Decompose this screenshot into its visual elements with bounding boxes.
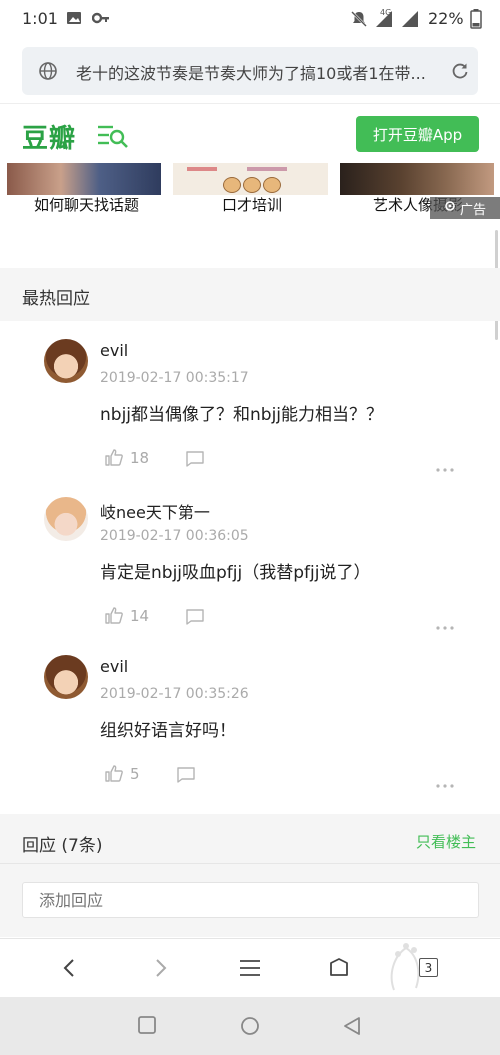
thumbs-up-icon[interactable] [104, 447, 124, 471]
comment-username[interactable]: evil [100, 657, 128, 676]
watermark-icon [386, 940, 426, 1002]
more-options-icon[interactable] [436, 773, 454, 792]
reload-icon[interactable] [450, 61, 470, 85]
only-op-link[interactable]: 只看楼主 [416, 831, 476, 852]
reply-count-label: 回应 (7条) [22, 836, 103, 856]
cartoon-face-icon [243, 177, 261, 193]
comment-item: evil 2019-02-17 00:35:17 nbjj都当偶像了？和nbjj… [0, 321, 500, 479]
hot-replies-header: 最热回应 [0, 268, 500, 321]
like-count: 18 [130, 449, 150, 467]
replies-section: 回应 (7条) 只看楼主 [0, 814, 500, 937]
home-circle-icon[interactable] [240, 1016, 260, 1040]
battery-percent: 22% [428, 9, 464, 28]
avatar[interactable] [44, 655, 88, 699]
network-label: 4G [380, 8, 392, 17]
comment-item: 岐nee天下第一 2019-02-17 00:36:05 肯定是nbjj吸血pf… [0, 479, 500, 637]
comment-content: 肯定是nbjj吸血pfjj（我替pfjj说了） [100, 563, 371, 583]
battery-icon [470, 9, 482, 33]
url-text[interactable]: 老十的这波节奏是节奏大师为了搞10或者1在带... [76, 60, 442, 84]
comment-content: nbjj都当偶像了？和nbjj能力相当？？ [100, 405, 384, 425]
ad-badge[interactable]: 广告 [430, 197, 500, 219]
status-bar: 1:01 4G 22% [0, 0, 500, 38]
forward-icon[interactable] [154, 957, 168, 983]
signal-2-icon [400, 10, 420, 32]
url-bar[interactable]: 老十的这波节奏是节奏大师为了搞10或者1在带... [22, 47, 478, 95]
more-options-icon[interactable] [436, 615, 454, 634]
search-menu-icon[interactable] [97, 124, 129, 152]
avatar[interactable] [44, 339, 88, 383]
section-title: 最热回应 [22, 289, 90, 309]
comment-bubble-icon[interactable] [176, 766, 196, 788]
more-options-icon[interactable] [436, 457, 454, 476]
home-icon[interactable] [329, 957, 349, 981]
comment-item: evil 2019-02-17 00:35:26 组织好语言好吗！ 5 [0, 637, 500, 795]
divider [0, 863, 500, 864]
image-icon [66, 10, 82, 30]
thumbs-up-icon[interactable] [104, 605, 124, 629]
menu-icon[interactable] [240, 959, 260, 981]
cartoon-face-icon [223, 177, 241, 193]
site-header: 豆瓣 打开豆瓣App [0, 103, 500, 163]
ad-captions: 如何聊天找话题 口才培训 艺术人像摄影 [0, 194, 500, 218]
comment-content: 组织好语言好吗！ [100, 721, 236, 741]
comment-timestamp: 2019-02-17 00:35:17 [100, 370, 249, 386]
comment-bubble-icon[interactable] [185, 608, 205, 630]
back-icon[interactable] [62, 957, 76, 983]
comment-username[interactable]: evil [100, 341, 128, 360]
thumb-decoration [187, 167, 217, 171]
avatar[interactable] [44, 497, 88, 541]
open-app-button[interactable]: 打开豆瓣App [356, 116, 479, 152]
like-count: 5 [130, 765, 140, 783]
comment-bubble-icon[interactable] [185, 450, 205, 472]
thumb-decoration [247, 167, 287, 171]
key-icon [91, 10, 110, 30]
ad-image-strip [0, 163, 500, 195]
status-time: 1:01 [22, 9, 58, 28]
ad-thumbnail[interactable] [340, 163, 494, 195]
back-triangle-icon[interactable] [343, 1016, 361, 1040]
ad-caption[interactable]: 口才培训 [222, 194, 282, 215]
recents-icon[interactable] [138, 1016, 156, 1038]
globe-icon [38, 61, 58, 85]
ad-thumbnail[interactable] [173, 163, 328, 195]
douban-logo[interactable]: 豆瓣 [22, 118, 76, 155]
thumbs-up-icon[interactable] [104, 763, 124, 787]
mute-icon [350, 10, 368, 32]
cartoon-face-icon [263, 177, 281, 193]
comment-username[interactable]: 岐nee天下第一 [100, 499, 210, 523]
comment-timestamp: 2019-02-17 00:35:26 [100, 686, 249, 702]
add-reply-input[interactable] [22, 882, 479, 918]
comment-timestamp: 2019-02-17 00:36:05 [100, 528, 249, 544]
android-navigation-bar [0, 997, 500, 1055]
ad-thumbnail[interactable] [7, 163, 161, 195]
like-count: 14 [130, 607, 150, 625]
signal-icon: 4G [374, 8, 394, 32]
ad-settings-icon [444, 200, 456, 216]
ad-label: 广告 [459, 202, 486, 218]
ad-caption[interactable]: 如何聊天找话题 [34, 194, 139, 215]
